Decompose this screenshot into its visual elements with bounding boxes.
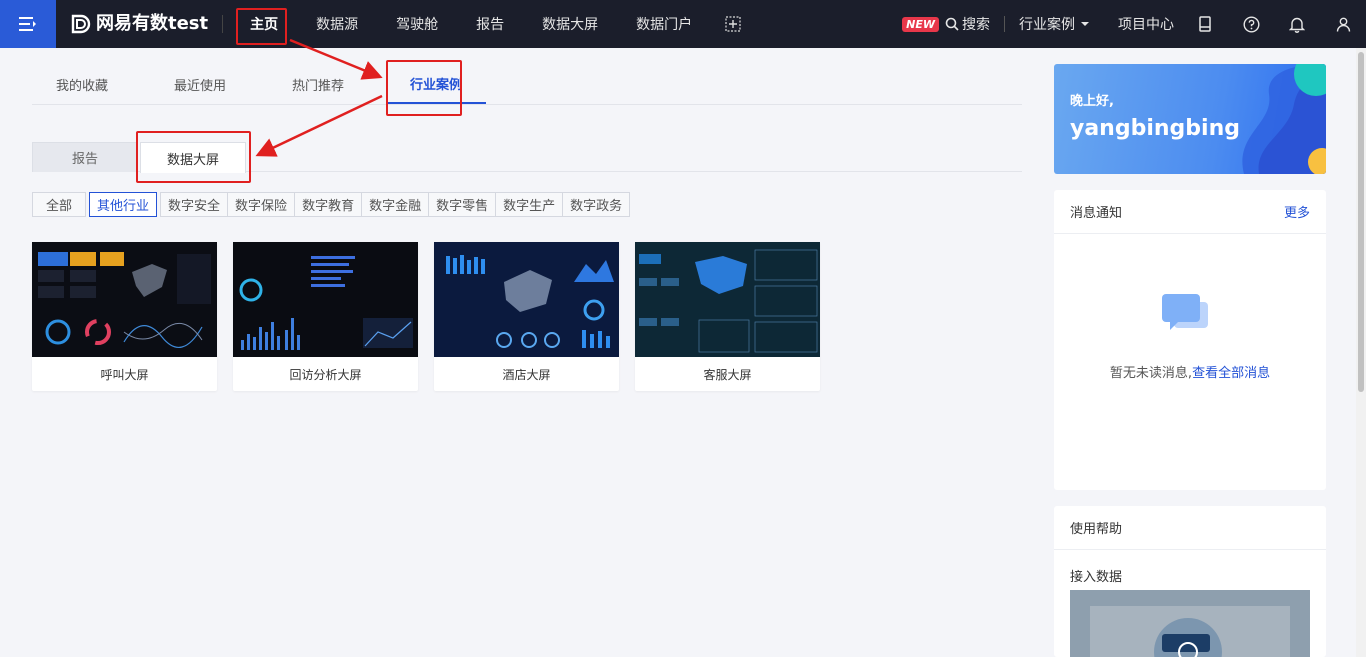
card-title: 酒店大屏 xyxy=(502,367,551,382)
caret-down-icon xyxy=(1081,22,1089,26)
card-thumbnail xyxy=(635,242,820,357)
brand-logo[interactable]: 网易有数test xyxy=(70,13,224,34)
greeting-text: 晚上好, xyxy=(1070,94,1114,109)
new-badge: NEW xyxy=(902,16,939,32)
tab-recent[interactable]: 最近使用 xyxy=(150,64,250,104)
view-all-messages-link[interactable]: 查看全部消息 xyxy=(1192,366,1270,381)
user-button[interactable] xyxy=(1320,0,1366,48)
docs-button[interactable] xyxy=(1182,0,1228,48)
project-label: 项目中心 xyxy=(1118,17,1174,33)
filter-other-industry[interactable]: 其他行业 xyxy=(89,192,158,217)
nav-item-report[interactable]: 报告 xyxy=(457,0,523,48)
nav-item-datasource[interactable]: 数据源 xyxy=(297,0,377,48)
card-thumbnail xyxy=(233,242,418,357)
top-navbar: 网易有数test 主页 数据源 驾驶舱 报告 数据大屏 数据门户 NEW 搜索 … xyxy=(0,0,1366,48)
main-tabs: 我的收藏 最近使用 热门推荐 行业案例 xyxy=(32,64,1022,105)
tab-favorites[interactable]: 我的收藏 xyxy=(32,64,132,104)
search-icon xyxy=(945,17,959,31)
scrollbar-thumb[interactable] xyxy=(1358,52,1364,392)
divider xyxy=(1004,16,1005,32)
case-card[interactable]: 客服大屏 xyxy=(635,242,820,391)
industry-filter: 全部 其他行业 数字安全 数字保险 数字教育 数字金融 数字零售 数字生产 数字… xyxy=(32,192,631,217)
help-panel-title: 使用帮助 xyxy=(1070,522,1123,537)
nav-item-bigscreen[interactable]: 数据大屏 xyxy=(523,0,617,48)
nav-item-portal[interactable]: 数据门户 xyxy=(617,0,711,48)
nav-item-cockpit[interactable]: 驾驶舱 xyxy=(377,0,457,48)
filter-digital-retail[interactable]: 数字零售 xyxy=(428,192,497,217)
tab-industry-cases[interactable]: 行业案例 xyxy=(386,64,487,104)
card-title: 回访分析大屏 xyxy=(289,367,362,382)
case-card[interactable]: 呼叫大屏 xyxy=(32,242,217,391)
message-panel-title: 消息通知 xyxy=(1070,206,1123,221)
brand-name: 网易有数test xyxy=(96,13,209,34)
empty-message-text: 暂无未读消息,查看全部消息 xyxy=(1054,362,1326,381)
help-panel-header: 使用帮助 xyxy=(1054,506,1326,550)
greeting-banner: 晚上好, yangbingbing xyxy=(1054,64,1326,174)
industry-label: 行业案例 xyxy=(1019,17,1075,33)
search-button[interactable]: 搜索 xyxy=(945,0,990,48)
menu-toggle-button[interactable] xyxy=(0,0,56,48)
plus-square-icon xyxy=(725,16,741,32)
sub-tabs: 报告 数据大屏 xyxy=(32,142,1022,173)
filter-digital-security[interactable]: 数字安全 xyxy=(160,192,229,217)
message-panel: 消息通知 更多 暂无未读消息,查看全部消息 xyxy=(1054,190,1326,490)
help-button[interactable] xyxy=(1228,0,1274,48)
filter-digital-finance[interactable]: 数字金融 xyxy=(361,192,430,217)
menu-icon xyxy=(19,17,36,31)
case-card[interactable]: 酒店大屏 xyxy=(434,242,619,391)
card-title: 呼叫大屏 xyxy=(100,367,149,382)
book-icon xyxy=(1199,16,1211,32)
main-nav: 主页 数据源 驾驶舱 报告 数据大屏 数据门户 xyxy=(231,0,753,48)
card-thumbnail xyxy=(32,242,217,357)
case-card-list: 呼叫大屏 回访分析大屏 酒店大屏 客服大屏 xyxy=(32,242,836,391)
card-thumbnail xyxy=(434,242,619,357)
filter-digital-government[interactable]: 数字政务 xyxy=(562,192,631,217)
tab-popular[interactable]: 热门推荐 xyxy=(268,64,368,104)
add-nav-button[interactable] xyxy=(713,0,753,48)
help-item-title[interactable]: 接入数据 xyxy=(1070,566,1122,585)
notifications-button[interactable] xyxy=(1274,0,1320,48)
filter-digital-education[interactable]: 数字教育 xyxy=(294,192,363,217)
filter-digital-insurance[interactable]: 数字保险 xyxy=(227,192,296,217)
help-item-image[interactable] xyxy=(1070,590,1310,657)
bell-icon xyxy=(1289,17,1305,33)
help-panel: 使用帮助 接入数据 xyxy=(1054,506,1326,657)
subtab-report[interactable]: 报告 xyxy=(32,142,138,172)
user-name: yangbingbing xyxy=(1070,116,1240,141)
nav-item-home[interactable]: 主页 xyxy=(231,0,297,48)
question-icon xyxy=(1242,15,1260,33)
chat-bubble-icon xyxy=(1162,294,1208,330)
empty-message-label: 暂无未读消息, xyxy=(1109,366,1193,381)
filter-all[interactable]: 全部 xyxy=(32,192,87,217)
right-nav: NEW 搜索 行业案例 项目中心 xyxy=(902,0,1366,48)
case-card[interactable]: 回访分析大屏 xyxy=(233,242,418,391)
card-title: 客服大屏 xyxy=(703,367,752,382)
project-center-link[interactable]: 项目中心 xyxy=(1118,0,1174,48)
search-label: 搜索 xyxy=(962,17,990,33)
filter-digital-production[interactable]: 数字生产 xyxy=(495,192,564,217)
message-panel-header: 消息通知 更多 xyxy=(1054,190,1326,234)
page-scrollbar[interactable] xyxy=(1356,48,1366,657)
subtab-bigscreen[interactable]: 数据大屏 xyxy=(140,142,246,173)
brand-icon xyxy=(71,14,91,34)
more-messages-link[interactable]: 更多 xyxy=(1284,202,1310,221)
industry-dropdown[interactable]: 行业案例 xyxy=(1019,0,1090,48)
user-icon xyxy=(1336,17,1350,32)
